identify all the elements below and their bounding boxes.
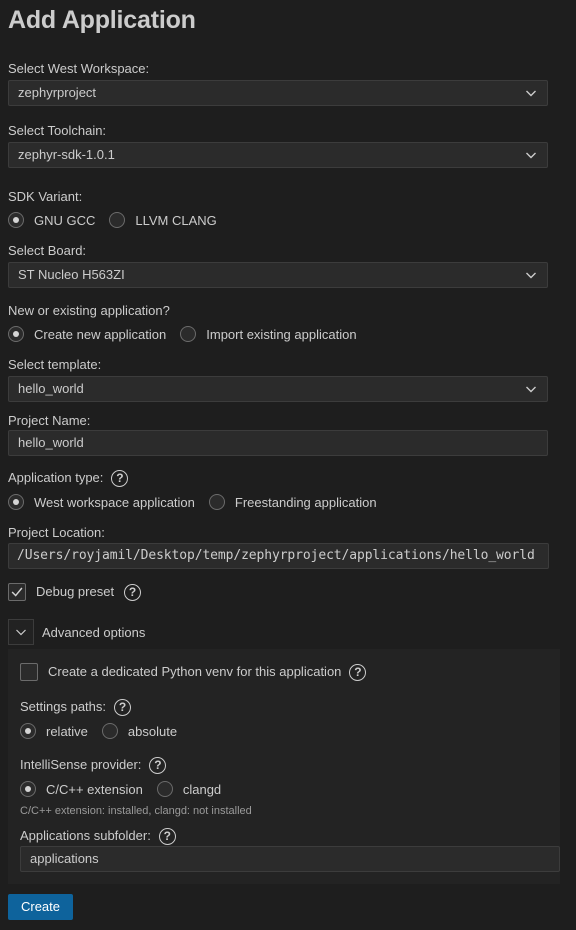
radio-gnu-gcc[interactable] <box>8 212 24 228</box>
question-circle-icon[interactable]: ? <box>114 699 131 717</box>
template-label: Select template: <box>8 357 102 372</box>
radio-create-new[interactable] <box>8 326 24 342</box>
sdk-variant-label: SDK Variant: <box>8 189 83 204</box>
subfolder-value: applications <box>30 851 99 866</box>
chevron-down-icon <box>526 152 536 159</box>
advanced-options-toggle[interactable] <box>8 619 34 645</box>
question-circle-icon[interactable]: ? <box>124 584 142 602</box>
board-label: Select Board: <box>8 243 87 258</box>
radio-freestanding-app-label[interactable]: Freestanding application <box>235 495 377 510</box>
chevron-down-icon <box>526 90 536 97</box>
chevron-down-icon <box>526 386 536 393</box>
app-mode-label: New or existing application? <box>8 303 170 318</box>
radio-create-new-label[interactable]: Create new application <box>34 327 166 342</box>
question-circle-icon[interactable]: ? <box>149 757 167 775</box>
radio-absolute[interactable] <box>101 723 118 739</box>
app-type-label-text: Application type: <box>8 470 104 485</box>
radio-relative[interactable] <box>20 723 36 739</box>
project-location-value: /Users/royjamil/Desktop/temp/zephyrproje… <box>17 548 535 563</box>
radio-cpp-extension-label[interactable]: C/C++ extension <box>46 782 143 797</box>
radio-freestanding-app[interactable] <box>208 494 225 510</box>
sdk-variant-radio-group: GNU GCC LLVM CLANG <box>8 210 231 230</box>
board-select-value: ST Nucleo H563ZI <box>18 267 125 282</box>
page-title: Add Application <box>8 6 196 34</box>
create-button[interactable]: Create <box>8 894 73 920</box>
project-name-label: Project Name: <box>8 413 91 428</box>
radio-clangd[interactable] <box>156 781 173 797</box>
debug-preset-checkbox[interactable] <box>8 583 26 601</box>
python-venv-label-text: Create a dedicated Python venv for this … <box>48 664 342 679</box>
radio-import-existing-label[interactable]: Import existing application <box>206 327 356 342</box>
radio-clangd-label[interactable]: clangd <box>183 782 221 797</box>
workspace-select[interactable]: zephyrproject <box>8 80 548 106</box>
python-venv-checkbox[interactable] <box>20 663 38 681</box>
debug-preset-label: Debug preset? <box>36 584 142 602</box>
intellisense-label: IntelliSense provider:? <box>20 757 167 775</box>
app-type-label: Application type:? <box>8 470 129 488</box>
toolchain-select-value: zephyr-sdk-1.0.1 <box>18 147 115 162</box>
workspace-select-value: zephyrproject <box>18 85 97 100</box>
board-select[interactable]: ST Nucleo H563ZI <box>8 262 548 288</box>
intellisense-radio-group: C/C++ extension clangd <box>20 779 235 799</box>
radio-llvm-clang-label[interactable]: LLVM CLANG <box>135 213 216 228</box>
advanced-options-label[interactable]: Advanced options <box>42 625 145 640</box>
subfolder-label: Applications subfolder:? <box>20 828 176 846</box>
radio-import-existing[interactable] <box>180 326 197 342</box>
template-select[interactable]: hello_world <box>8 376 548 402</box>
question-circle-icon[interactable]: ? <box>158 828 176 846</box>
radio-llvm-clang[interactable] <box>109 212 126 228</box>
radio-relative-label[interactable]: relative <box>46 724 88 739</box>
workspace-label: Select West Workspace: <box>8 61 150 76</box>
app-type-radio-group: West workspace application Freestanding … <box>8 492 391 512</box>
question-circle-icon[interactable]: ? <box>349 664 367 682</box>
radio-west-workspace-app-label[interactable]: West workspace application <box>34 495 195 510</box>
settings-paths-label-text: Settings paths: <box>20 699 106 714</box>
radio-west-workspace-app[interactable] <box>8 494 24 510</box>
chevron-down-icon <box>16 629 26 636</box>
python-venv-label: Create a dedicated Python venv for this … <box>48 664 367 682</box>
project-location-input[interactable]: /Users/royjamil/Desktop/temp/zephyrproje… <box>8 543 549 569</box>
toolchain-select[interactable]: zephyr-sdk-1.0.1 <box>8 142 548 168</box>
project-location-label: Project Location: <box>8 525 105 540</box>
question-circle-icon[interactable]: ? <box>111 470 129 488</box>
radio-gnu-gcc-label[interactable]: GNU GCC <box>34 213 95 228</box>
chevron-down-icon <box>526 272 536 279</box>
app-mode-radio-group: Create new application Import existing a… <box>8 324 371 344</box>
intellisense-hint: C/C++ extension: installed, clangd: not … <box>20 805 252 817</box>
debug-preset-label-text: Debug preset <box>36 584 115 599</box>
project-name-value: hello_world <box>18 435 84 450</box>
radio-absolute-label[interactable]: absolute <box>128 724 177 739</box>
subfolder-label-text: Applications subfolder: <box>20 828 151 843</box>
project-name-input[interactable]: hello_world <box>8 430 548 456</box>
checkmark-icon <box>11 587 23 597</box>
settings-paths-radio-group: relative absolute <box>20 721 191 741</box>
intellisense-label-text: IntelliSense provider: <box>20 757 142 772</box>
template-select-value: hello_world <box>18 381 84 396</box>
settings-paths-label: Settings paths:? <box>20 699 131 717</box>
toolchain-label: Select Toolchain: <box>8 123 107 138</box>
radio-cpp-extension[interactable] <box>20 781 36 797</box>
subfolder-input[interactable]: applications <box>20 846 560 872</box>
